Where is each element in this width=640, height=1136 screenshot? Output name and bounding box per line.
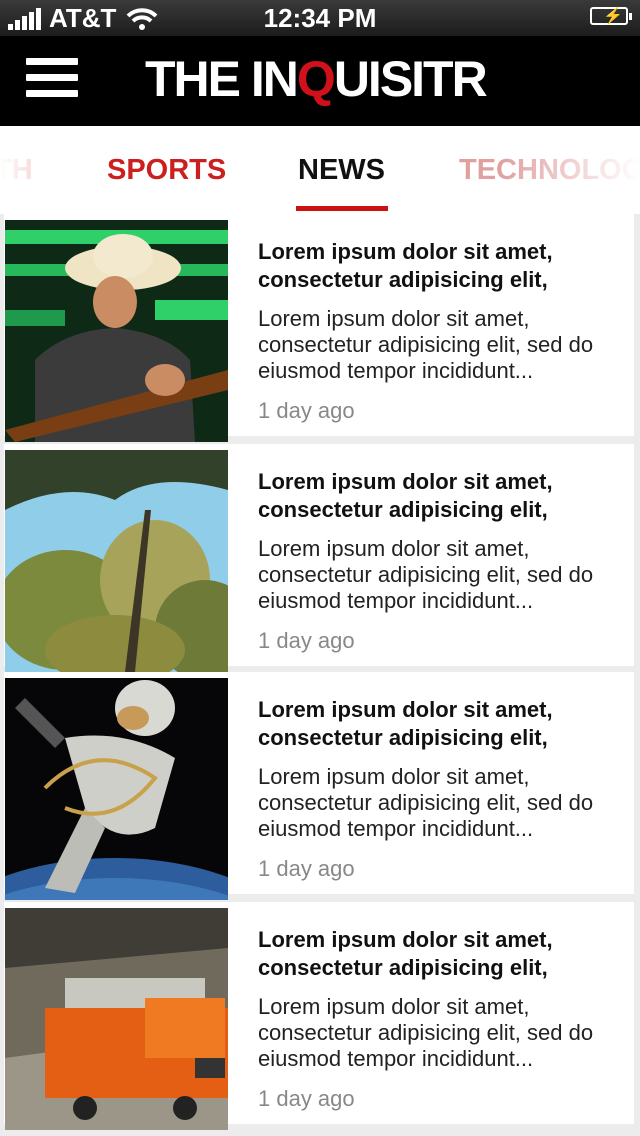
article-title: Lorem ipsum dolor sit amet, consectetur … xyxy=(258,239,553,292)
site-logo[interactable]: THE INQUISITR xyxy=(145,50,488,108)
article-card[interactable]: Lorem ipsum dolor sit amet, consectetur … xyxy=(4,444,634,672)
article-title: Lorem ipsum dolor sit amet, consectetur … xyxy=(258,927,553,980)
article-excerpt: Lorem ipsum dolor sit amet, consectetur … xyxy=(258,306,594,383)
article-title: Lorem ipsum dolor sit amet, consectetur … xyxy=(258,697,553,750)
article-card[interactable]: Lorem ipsum dolor sit amet, consectetur … xyxy=(4,672,634,900)
article-card[interactable]: Lorem ipsum dolor sit amet, consectetur … xyxy=(4,902,634,1130)
article-card[interactable]: Lorem ipsum dolor sit amet, consectetur … xyxy=(4,214,634,442)
article-excerpt: Lorem ipsum dolor sit amet, consectetur … xyxy=(258,764,594,841)
article-thumbnail xyxy=(5,908,228,1130)
article-timestamp: 1 day ago xyxy=(258,398,355,423)
hamburger-icon xyxy=(26,58,78,65)
article-timestamp: 1 day ago xyxy=(258,1086,355,1111)
article-thumbnail xyxy=(5,450,228,672)
article-timestamp: 1 day ago xyxy=(258,628,355,653)
tab-news[interactable]: NEWS xyxy=(298,154,385,187)
article-thumbnail xyxy=(5,678,228,900)
article-thumbnail xyxy=(5,220,228,442)
article-title: Lorem ipsum dolor sit amet, consectetur … xyxy=(258,469,553,522)
battery-icon: ⚡ xyxy=(590,7,632,25)
app-header: THE INQUISITR xyxy=(0,36,640,126)
category-tabs: TH SPORTS NEWS TECHNOLOGY xyxy=(0,126,640,214)
article-excerpt: Lorem ipsum dolor sit amet, consectetur … xyxy=(258,536,594,613)
active-tab-indicator xyxy=(296,206,388,211)
status-bar: AT&T 12:34 PM ⚡ xyxy=(0,0,640,36)
menu-button[interactable] xyxy=(26,58,78,102)
article-excerpt: Lorem ipsum dolor sit amet, consectetur … xyxy=(258,994,594,1071)
article-timestamp: 1 day ago xyxy=(258,856,355,881)
status-time: 12:34 PM xyxy=(263,3,377,33)
tab-sports[interactable]: SPORTS xyxy=(107,154,226,187)
